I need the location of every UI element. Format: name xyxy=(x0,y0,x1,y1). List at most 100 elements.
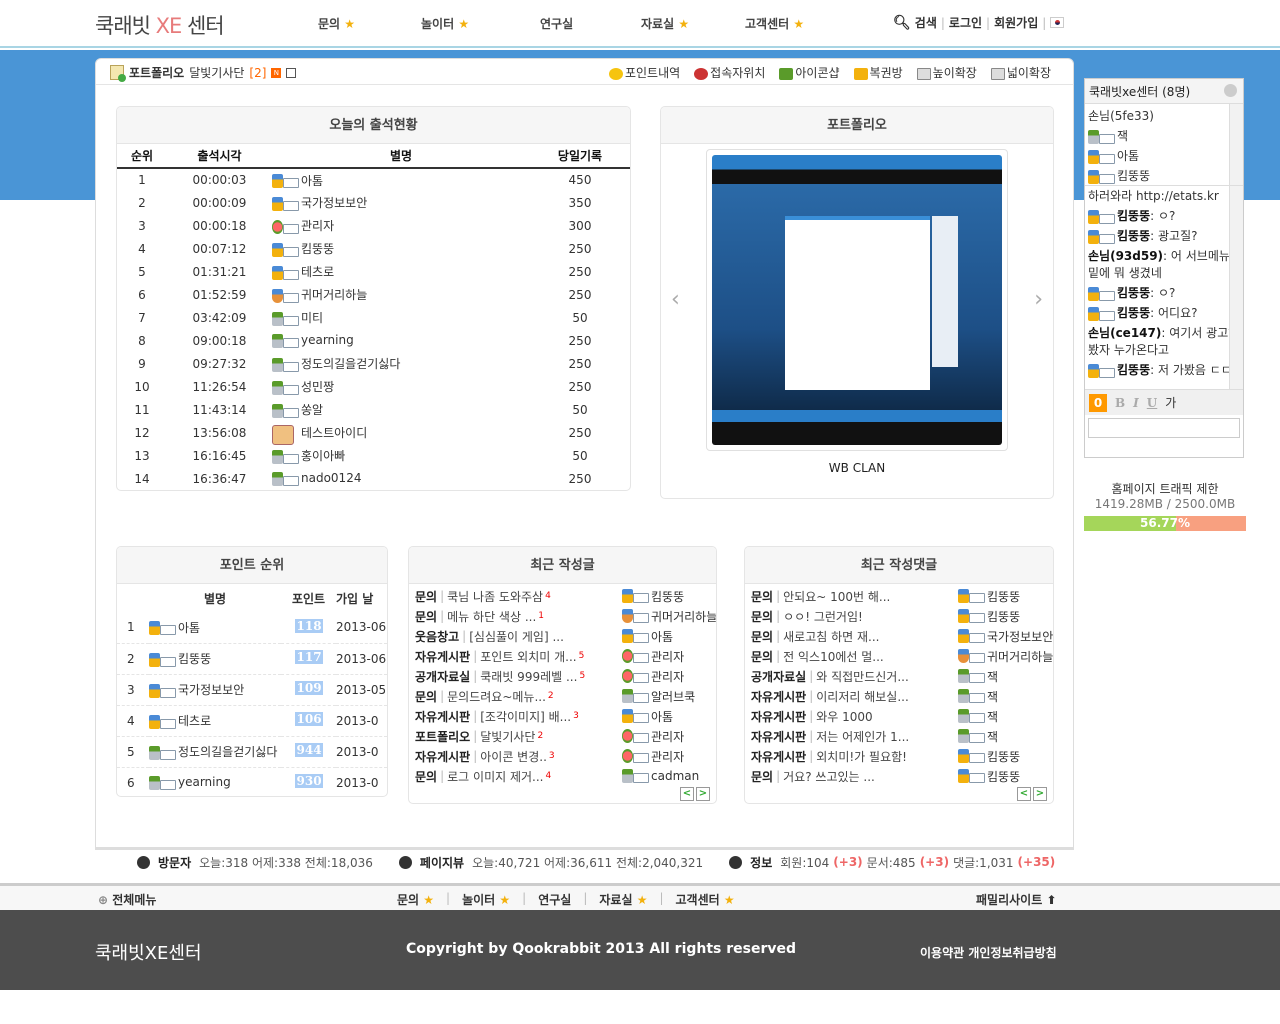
category-label[interactable]: 웃음창고 xyxy=(415,628,459,645)
lottery-link[interactable]: 복권방 xyxy=(853,64,903,81)
footer-nav-support[interactable]: 고객센터 ★ xyxy=(676,891,735,908)
post-item[interactable]: 문의 | 로그 이미지 제거... 4 cadman xyxy=(415,766,710,786)
gear-icon[interactable] xyxy=(1224,84,1237,97)
comment-item[interactable]: 자유게시판 | 저는 어제인가 1... 잭 xyxy=(751,726,1047,746)
category-label[interactable]: 문의 xyxy=(415,688,437,705)
item-title[interactable]: 새로고침 하면 재... xyxy=(783,628,879,645)
post-item[interactable]: 공개자료실 | 쿡래빗 999레벨 ... 5 관리자 xyxy=(415,666,710,686)
author[interactable]: 잭 xyxy=(958,728,998,745)
site-logo[interactable]: 쿡래빗 XE 센터 xyxy=(95,10,225,40)
author[interactable]: 귀머거리하늘 xyxy=(958,648,1053,665)
author[interactable]: 킴뚱뚱 xyxy=(622,588,684,605)
nickname-cell[interactable]: 국가정보보안 xyxy=(272,191,530,214)
nickname-cell[interactable]: 아톰 xyxy=(272,168,530,191)
post-item[interactable]: 웃음창고 | [심심풀이 게임] ... 아톰 xyxy=(415,626,710,646)
item-title[interactable]: 아이콘 변경.. xyxy=(480,748,547,765)
item-title[interactable]: 쿡님 나좀 도와주삼 xyxy=(447,588,543,605)
comment-item[interactable]: 자유게시판 | 와우 1000 잭 xyxy=(751,706,1047,726)
nickname-cell[interactable]: 아톰 xyxy=(149,612,281,644)
chat-user[interactable]: 아톰 xyxy=(1088,146,1240,166)
category-label[interactable]: 자유게시판 xyxy=(751,748,806,765)
nav-item-lab[interactable]: 연구실 xyxy=(540,15,573,32)
category-label[interactable]: 공개자료실 xyxy=(415,668,470,685)
category-label[interactable]: 문의 xyxy=(751,768,773,785)
next-page-button[interactable]: > xyxy=(1033,787,1047,801)
terms-link[interactable]: 이용약관 xyxy=(920,946,964,960)
icon-shop-link[interactable]: 아이콘샵 xyxy=(779,64,840,81)
item-title[interactable]: [조각이미지] 배... xyxy=(480,708,571,725)
nickname-cell[interactable]: 관리자 xyxy=(272,214,530,237)
document-title[interactable]: 달빛기사단 xyxy=(189,64,244,81)
nickname-cell[interactable]: 킴뚱뚱 xyxy=(272,237,530,260)
comment-item[interactable]: 문의 | 전 익스10에선 멀... 귀머거리하늘 xyxy=(751,646,1053,666)
post-item[interactable]: 문의 | 문의드려요~메뉴... 2 알러브쿡 xyxy=(415,686,710,706)
emoticon-button[interactable]: 0 xyxy=(1089,393,1107,412)
item-title[interactable]: 전 익스10에선 멀... xyxy=(783,648,884,665)
chat-input[interactable] xyxy=(1088,418,1240,438)
comment-item[interactable]: 자유게시판 | 이리저리 해보실... 잭 xyxy=(751,686,1047,706)
item-title[interactable]: 안되요~ 100번 해... xyxy=(783,588,890,605)
nav-item-inquiry[interactable]: 문의 ★ xyxy=(318,15,355,32)
category-label[interactable]: 문의 xyxy=(751,648,773,665)
item-title[interactable]: 저는 어제인가 1... xyxy=(816,728,909,745)
category-label[interactable]: 포트폴리오 xyxy=(415,728,470,745)
post-item[interactable]: 문의 | 메뉴 하단 색상 ... 1 귀머거리하늘 xyxy=(415,606,716,626)
nickname-cell[interactable]: 테츠로 xyxy=(149,705,281,737)
post-item[interactable]: 포트폴리오 | 달빛기사단 2 관리자 xyxy=(415,726,710,746)
category-label[interactable]: 문의 xyxy=(415,608,437,625)
category-label[interactable]: 문의 xyxy=(751,628,773,645)
portfolio-next-button[interactable]: › xyxy=(1034,287,1043,312)
post-item[interactable]: 문의 | 쿡님 나좀 도와주삼 4 킴뚱뚱 xyxy=(415,586,710,606)
category-label[interactable]: 자유게시판 xyxy=(751,688,806,705)
author[interactable]: 킴뚱뚱 xyxy=(958,588,1020,605)
comment-item[interactable]: 문의 | 안되요~ 100번 해... 킴뚱뚱 xyxy=(751,586,1047,606)
author[interactable]: 알러브쿡 xyxy=(622,688,695,705)
author[interactable]: 킴뚱뚱 xyxy=(958,768,1020,785)
author[interactable]: 귀머거리하늘 xyxy=(622,608,716,625)
author[interactable]: 아톰 xyxy=(622,708,673,725)
item-title[interactable]: 포인트 외치미 개... xyxy=(480,648,576,665)
nickname-cell[interactable]: 쏭알 xyxy=(272,398,530,421)
nav-item-archive[interactable]: 자료실 ★ xyxy=(641,15,689,32)
item-title[interactable]: [심심풀이 게임] ... xyxy=(469,628,564,645)
login-link[interactable]: 로그인 xyxy=(949,14,982,31)
next-page-button[interactable]: > xyxy=(696,787,710,801)
item-title[interactable]: 와 직접만드신거... xyxy=(816,668,909,685)
chat-user[interactable]: 킴뚱뚱 xyxy=(1088,166,1240,185)
signup-link[interactable]: 회원가입 xyxy=(994,14,1038,31)
nickname-cell[interactable]: 국가정보보안 xyxy=(149,674,281,706)
nickname-cell[interactable]: 성민짱 xyxy=(272,375,530,398)
nickname-cell[interactable]: 테츠로 xyxy=(272,260,530,283)
item-title[interactable]: 로그 이미지 제거... xyxy=(447,768,543,785)
nickname-cell[interactable]: yearning xyxy=(272,329,530,352)
scrollbar[interactable] xyxy=(1229,186,1243,389)
category-label[interactable]: 공개자료실 xyxy=(751,668,806,685)
category-label[interactable]: 문의 xyxy=(751,588,773,605)
nickname-cell[interactable]: yearning xyxy=(149,767,281,796)
font-button[interactable]: 가 xyxy=(1165,394,1176,411)
portfolio-image[interactable] xyxy=(706,149,1008,451)
nickname-cell[interactable]: nado0124 xyxy=(272,467,530,490)
comment-item[interactable]: 문의 | 새로고침 하면 재... 국가정보보안 xyxy=(751,626,1053,646)
portfolio-prev-button[interactable]: ‹ xyxy=(671,287,680,312)
author[interactable]: 관리자 xyxy=(622,668,684,685)
post-item[interactable]: 자유게시판 | 포인트 외치미 개... 5 관리자 xyxy=(415,646,710,666)
comment-item[interactable]: 문의 | 거요? 쓰고있는 ... 킴뚱뚱 xyxy=(751,766,1047,786)
scrollbar[interactable] xyxy=(1229,104,1243,185)
item-title[interactable]: ㅇㅇ! 그런거임! xyxy=(783,608,863,625)
all-menu-button[interactable]: ⊕ 전체메뉴 xyxy=(98,891,156,908)
footer-nav-archive[interactable]: 자료실 ★ xyxy=(599,891,647,908)
nav-item-playground[interactable]: 놀이터 ★ xyxy=(421,15,469,32)
item-title[interactable]: 거요? 쓰고있는 ... xyxy=(783,768,875,785)
author[interactable]: 잭 xyxy=(958,668,998,685)
expand-width-link[interactable]: 넓이확장 xyxy=(990,64,1051,81)
footer-nav-lab[interactable]: 연구실 xyxy=(538,891,571,908)
italic-button[interactable]: I xyxy=(1133,396,1139,410)
category-label[interactable]: 문의 xyxy=(415,768,437,785)
visitor-location-link[interactable]: 접속자위치 xyxy=(694,64,765,81)
board-name[interactable]: 포트폴리오 xyxy=(129,64,184,81)
nav-item-support[interactable]: 고객센터 ★ xyxy=(745,15,804,32)
item-title[interactable]: 메뉴 하단 색상 ... xyxy=(447,608,536,625)
chat-user[interactable]: 잭 xyxy=(1088,126,1240,146)
chat-user[interactable]: 손님(5fe33) xyxy=(1088,106,1240,126)
